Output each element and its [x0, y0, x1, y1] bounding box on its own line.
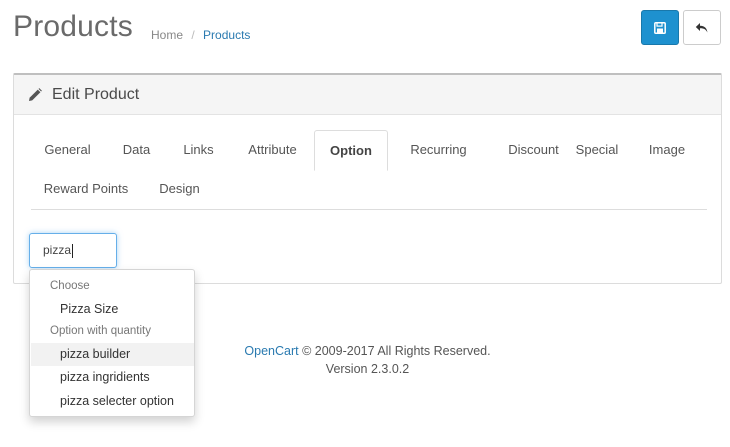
- text-caret: [72, 243, 74, 258]
- page-title: Products: [13, 10, 133, 43]
- option-input-value: pizza: [43, 243, 72, 257]
- footer-copyright-line: OpenCart © 2009-2017 All Rights Reserved…: [0, 342, 730, 360]
- breadcrumb-home[interactable]: Home: [151, 28, 183, 42]
- breadcrumb-products[interactable]: Products: [203, 28, 250, 42]
- footer: OpenCart © 2009-2017 All Rights Reserved…: [0, 342, 730, 378]
- tab-attribute[interactable]: Attribute: [234, 130, 311, 171]
- save-button[interactable]: [641, 10, 679, 45]
- dropdown-item-pizza-selecter-option[interactable]: pizza selecter option: [31, 390, 194, 413]
- tab-links[interactable]: Links: [170, 130, 227, 171]
- dropdown-group-header: Option with quantity: [50, 325, 152, 337]
- dropdown-item-pizza-size[interactable]: Pizza Size: [31, 298, 194, 321]
- tab-design[interactable]: Design: [148, 170, 211, 210]
- breadcrumb-separator: /: [191, 28, 195, 42]
- opencart-link[interactable]: OpenCart: [244, 344, 298, 358]
- product-tabs: General Data Links Attribute Option Recu…: [31, 130, 707, 210]
- tab-option[interactable]: Option: [314, 130, 388, 171]
- dropdown-group-header: Choose: [50, 280, 90, 292]
- tab-recurring[interactable]: Recurring: [395, 130, 482, 171]
- edit-product-panel: Edit Product General Data Links Attribut…: [13, 73, 722, 284]
- option-search-input[interactable]: pizza: [29, 233, 117, 268]
- save-icon: [654, 21, 666, 34]
- tab-data[interactable]: Data: [110, 130, 163, 171]
- tab-special[interactable]: Special: [565, 130, 629, 171]
- tab-reward-points[interactable]: Reward Points: [31, 170, 141, 210]
- back-button[interactable]: [683, 10, 721, 45]
- copyright-text: © 2009-2017 All Rights Reserved.: [298, 344, 491, 358]
- page-header: Products Home / Products: [0, 0, 730, 60]
- breadcrumb: Home / Products: [151, 28, 250, 42]
- panel-title: Edit Product: [52, 85, 140, 103]
- panel-heading: Edit Product: [14, 75, 721, 115]
- reply-icon: [695, 22, 708, 32]
- tab-image[interactable]: Image: [637, 130, 697, 171]
- tab-general[interactable]: General: [31, 130, 104, 171]
- pencil-icon: [29, 87, 42, 101]
- version-text: Version 2.3.0.2: [325, 362, 410, 376]
